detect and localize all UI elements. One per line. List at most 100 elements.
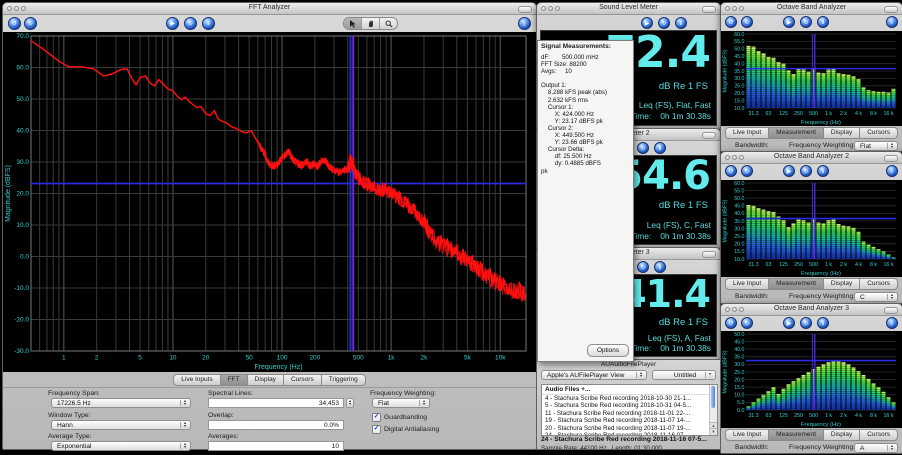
octave-bar-chart[interactable]: 10.015.020.025.030.035.040.045.050.055.0…: [721, 31, 902, 126]
svg-text:250: 250: [794, 413, 803, 419]
oba1-tab-display[interactable]: Display: [824, 278, 860, 290]
audio-file-list[interactable]: Audio Files +... 4 - Stachura Scribe Red…: [541, 384, 718, 436]
svg-text:20.0: 20.0: [16, 191, 29, 198]
toolbar-pill-button[interactable]: [702, 251, 716, 258]
toolbar-pill-button[interactable]: [518, 6, 532, 13]
frequency-weighting-label: Frequency Weighting:: [370, 390, 436, 397]
info-button[interactable]: i: [886, 317, 898, 329]
list-item[interactable]: 19 - Stachura Scribe Red recording 2018-…: [542, 417, 709, 424]
spectrum-trace: [31, 41, 525, 301]
fft-titlebar[interactable]: FFT Analyzer: [3, 3, 536, 15]
fft-toolbar: ↺ ↻ ▶ ↻ ‖ i: [3, 15, 536, 32]
nav-forward-button[interactable]: ↻: [741, 16, 753, 28]
info-button[interactable]: i: [518, 17, 531, 30]
window-type-select[interactable]: Hann▲▼: [51, 420, 191, 430]
oba2-tab-measurement[interactable]: Measurement: [769, 429, 824, 441]
list-item[interactable]: 20 - Stachura Scribe Red recording 2018-…: [542, 425, 709, 432]
zoom-tool-icon[interactable]: [380, 18, 397, 29]
pause-button[interactable]: ‖: [817, 165, 829, 177]
nav-forward-button[interactable]: ↻: [741, 165, 753, 177]
options-button[interactable]: Options: [587, 344, 629, 357]
average-type-select[interactable]: Exponential▲▼: [51, 441, 191, 451]
list-item[interactable]: 4 - Stachura Scribe Red recording 2018-1…: [542, 395, 709, 402]
nav-back-button[interactable]: ↺: [725, 16, 737, 28]
play-button[interactable]: ▶: [783, 16, 795, 28]
fft-tab-bar: Live InputsFFTDisplayCursorsTriggering: [3, 372, 536, 387]
fft-spectrum-plot[interactable]: -30.0-20.0-10.00.010.020.030.040.050.060…: [3, 32, 536, 372]
oba1-tab-cursors[interactable]: Cursors: [860, 278, 898, 290]
toolbar-pill-button[interactable]: [884, 307, 898, 314]
spectral-lines-stepper[interactable]: ▲▼: [346, 398, 354, 408]
guardbanding-checkbox[interactable]: ✓: [372, 413, 381, 422]
pause-button[interactable]: ‖: [817, 16, 829, 28]
octave-bar-chart[interactable]: 10.015.020.025.030.035.040.045.050.055.0…: [721, 180, 902, 277]
fft-tab-live-inputs[interactable]: Live Inputs: [173, 374, 220, 386]
info-button[interactable]: i: [886, 16, 898, 28]
oba2-tab-cursors[interactable]: Cursors: [860, 429, 898, 441]
cursor-tool-icon[interactable]: [344, 18, 362, 29]
restart-button[interactable]: ↻: [800, 165, 812, 177]
overlap-field[interactable]: 0.0%: [208, 420, 344, 430]
scroll-down-button[interactable]: ▼: [710, 428, 717, 435]
octave-bar-chart[interactable]: 0.05.010.015.020.025.030.035.040.045.050…: [721, 331, 902, 428]
restart-button[interactable]: ↻: [800, 317, 812, 329]
oba-titlebar[interactable]: Octave Band Analyzer: [721, 3, 902, 15]
list-item[interactable]: 5 - Stachura Scribe Red recording 2018-1…: [542, 402, 709, 409]
fft-tab-fft[interactable]: FFT: [221, 374, 248, 386]
nav-back-button[interactable]: ↺: [725, 165, 737, 177]
restart-button[interactable]: ↻: [800, 16, 812, 28]
view-select[interactable]: Apple's AUFilePlayer View▲▼: [541, 370, 647, 380]
svg-text:0.0: 0.0: [737, 408, 744, 414]
preset-select[interactable]: Untitled▼: [652, 370, 716, 380]
oba0-tab-measurement[interactable]: Measurement: [769, 127, 824, 139]
toolbar-pill-button[interactable]: [702, 132, 716, 139]
spectral-lines-field[interactable]: 34,453: [208, 398, 344, 408]
nav-back-button[interactable]: ↺: [8, 17, 21, 30]
pause-button[interactable]: ‖: [817, 317, 829, 329]
time-value: 0h 1m 30.38s: [660, 343, 711, 353]
nav-forward-button[interactable]: ↻: [741, 317, 753, 329]
scrollbar-thumb[interactable]: [711, 386, 715, 408]
digital-antialiasing-checkbox[interactable]: ✓: [372, 425, 381, 434]
scrollbar[interactable]: ▲ ▼: [709, 385, 717, 435]
play-button[interactable]: ▶: [783, 317, 795, 329]
restart-button[interactable]: ↻: [184, 17, 197, 30]
selected-file-title: 24 - Stachura Scribe Red recording 2018-…: [541, 436, 717, 443]
toolbar-pill-button[interactable]: [884, 6, 898, 13]
oba-frequency-weighting-select[interactable]: Flat▲▼: [854, 141, 898, 151]
averages-field[interactable]: 10: [208, 441, 344, 451]
oba-titlebar[interactable]: Octave Band Analyzer 2: [721, 152, 902, 164]
fft-tab-display[interactable]: Display: [248, 374, 284, 386]
nav-forward-button[interactable]: ↻: [24, 17, 37, 30]
oba2-tab-live-input[interactable]: Live Input: [725, 429, 769, 441]
sample-rate-label: Sample Rate:: [541, 445, 579, 450]
frequency-weighting-select[interactable]: Flat▲▼: [372, 398, 430, 408]
oba0-tab-cursors[interactable]: Cursors: [860, 127, 898, 139]
pause-button[interactable]: ‖: [202, 17, 215, 30]
oba2-tab-display[interactable]: Display: [824, 429, 860, 441]
oba0-tab-display[interactable]: Display: [824, 127, 860, 139]
list-item[interactable]: 11 - Stachura Scribe Red recording 2018-…: [542, 410, 709, 417]
list-item[interactable]: 24 - Stachura Scribe Red recording 2018-…: [542, 432, 709, 435]
frequency-span-select[interactable]: 17226.5 Hz▲▼: [51, 398, 191, 408]
oba-titlebar[interactable]: Octave Band Analyzer 3: [721, 304, 902, 316]
oba0-tab-live-input[interactable]: Live Input: [725, 127, 769, 139]
oba1-tab-live-input[interactable]: Live Input: [725, 278, 769, 290]
play-button[interactable]: ▶: [166, 17, 179, 30]
info-button[interactable]: i: [886, 165, 898, 177]
nav-back-button[interactable]: ↺: [725, 317, 737, 329]
oba1-tab-measurement[interactable]: Measurement: [769, 278, 824, 290]
toolbar-pill-button[interactable]: [884, 155, 898, 162]
hand-tool-icon[interactable]: [362, 18, 380, 29]
fft-tab-triggering[interactable]: Triggering: [322, 374, 366, 386]
oba-frequency-weighting-select[interactable]: A▲▼: [854, 443, 898, 453]
slm-titlebar[interactable]: Sound Level Meter: [537, 3, 720, 15]
overlap-label: Overlap:: [208, 412, 234, 419]
svg-text:15.0: 15.0: [734, 98, 744, 104]
play-button[interactable]: ▶: [783, 165, 795, 177]
fft-tab-cursors[interactable]: Cursors: [284, 374, 322, 386]
oba-frequency-weighting-select[interactable]: C▲▼: [854, 292, 898, 302]
svg-text:200: 200: [309, 355, 320, 362]
svg-text:55.0: 55.0: [734, 188, 744, 194]
toolbar-pill-button[interactable]: [702, 6, 716, 13]
